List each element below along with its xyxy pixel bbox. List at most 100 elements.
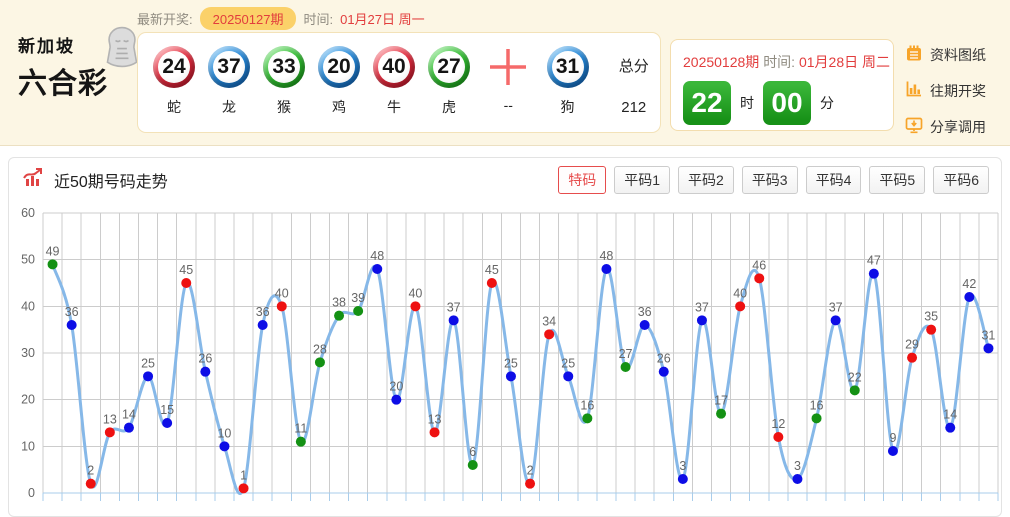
- data-point-label: 13: [428, 412, 442, 426]
- quick-link-3[interactable]: 分享调用: [905, 116, 986, 137]
- ball-cell-1: 24 蛇: [153, 46, 195, 117]
- data-point-label: 40: [408, 286, 422, 300]
- data-point-label: 13: [103, 412, 117, 426]
- data-point: [372, 264, 383, 274]
- data-point-label: 48: [370, 249, 384, 263]
- site-logo[interactable]: 新加坡 六合彩: [18, 26, 138, 102]
- data-point: [544, 329, 555, 340]
- data-point: [143, 371, 154, 382]
- lottery-ball-green: 27: [428, 46, 470, 88]
- data-point: [162, 418, 173, 428]
- ball-number: 37: [213, 51, 245, 83]
- data-point: [238, 483, 249, 494]
- chart-title: 近50期号码走势: [54, 174, 168, 191]
- next-issue: 20250128期: [683, 54, 760, 70]
- y-axis-label: 0: [28, 486, 35, 500]
- data-point-label: 17: [714, 394, 728, 408]
- countdown: 22 时 00 分: [683, 81, 893, 125]
- data-point-label: 1: [240, 468, 247, 482]
- countdown-minutes: 00: [763, 81, 811, 125]
- lottery-ball-blue: 20: [318, 46, 360, 88]
- y-axis-label: 30: [21, 346, 35, 360]
- ball-zodiac: 狗: [560, 99, 575, 115]
- ball-zodiac: 龙: [222, 99, 236, 115]
- bar-chart-icon: [905, 80, 923, 101]
- data-point: [334, 310, 345, 321]
- data-point-label: 46: [752, 258, 766, 272]
- ball-cell-4: 20 鸡: [318, 46, 360, 117]
- data-point: [429, 427, 440, 438]
- tab-normal6[interactable]: 平码6: [933, 166, 989, 194]
- data-point-label: 16: [580, 398, 594, 412]
- total-score: 总分 212: [608, 46, 660, 116]
- data-point: [85, 478, 96, 489]
- data-point-label: 39: [351, 291, 365, 305]
- ball-cell-2: 37 龙: [208, 46, 250, 117]
- tab-normal5[interactable]: 平码5: [869, 166, 926, 194]
- data-point: [276, 301, 287, 312]
- countdown-minutes-unit: 分: [820, 95, 834, 111]
- plus-icon: [486, 46, 530, 88]
- data-point-label: 37: [829, 300, 843, 314]
- data-point: [181, 278, 192, 288]
- data-point-label: 36: [638, 305, 652, 319]
- data-point-label: 36: [65, 305, 79, 319]
- tab-normal3[interactable]: 平码3: [741, 166, 798, 194]
- data-point: [353, 306, 364, 316]
- data-point: [410, 301, 421, 312]
- data-point: [257, 320, 268, 330]
- ball-cell-6: 27 虎: [428, 46, 470, 117]
- data-point: [945, 422, 956, 433]
- data-point-label: 15: [160, 403, 174, 417]
- quick-link-2[interactable]: 往期开奖: [905, 80, 986, 101]
- data-point: [964, 292, 975, 302]
- data-point-label: 11: [294, 422, 307, 436]
- ball-cell-special: 31 狗: [546, 46, 589, 117]
- countdown-hours: 22: [683, 81, 731, 125]
- data-point: [563, 371, 574, 382]
- data-point: [716, 408, 727, 419]
- data-point-label: 45: [485, 263, 499, 277]
- tab-normal4[interactable]: 平码4: [805, 166, 862, 194]
- data-point-label: 26: [198, 352, 212, 366]
- data-point: [123, 422, 134, 433]
- latest-draw-infobar: 最新开奖: 20250127期 时间: 01月27日 周一: [137, 7, 425, 30]
- data-point-label: 3: [679, 459, 686, 473]
- data-point: [792, 474, 803, 484]
- ball-number: 33: [268, 51, 300, 83]
- data-point: [926, 324, 937, 335]
- data-point-label: 37: [447, 300, 461, 314]
- next-draw-info: 20250128期 时间: 01月28日 周二: [683, 52, 893, 72]
- ball-zodiac: 牛: [387, 99, 401, 115]
- data-point: [391, 394, 402, 405]
- data-point-label: 26: [657, 352, 671, 366]
- quick-link-1[interactable]: 资料图纸: [905, 44, 986, 65]
- data-point: [525, 478, 536, 489]
- y-axis-label: 60: [21, 206, 35, 220]
- data-point: [849, 385, 860, 396]
- tab-special[interactable]: 特码: [558, 166, 607, 194]
- data-point: [868, 268, 879, 279]
- data-point-label: 16: [810, 398, 824, 412]
- quick-link-label: 往期开奖: [930, 82, 986, 99]
- merlion-icon: [102, 26, 142, 73]
- data-point: [983, 343, 994, 354]
- total-label: 总分: [618, 58, 649, 75]
- data-point: [887, 446, 898, 456]
- data-point: [601, 264, 612, 274]
- data-point: [104, 427, 115, 438]
- data-point: [66, 320, 77, 330]
- data-point: [200, 366, 211, 377]
- data-point: [47, 259, 58, 270]
- data-point-label: 14: [122, 408, 136, 422]
- data-point-label: 48: [599, 249, 613, 263]
- tab-normal1[interactable]: 平码1: [614, 166, 671, 194]
- data-point-label: 34: [542, 314, 556, 328]
- data-point-label: 3: [794, 459, 801, 473]
- data-point-label: 25: [141, 356, 155, 370]
- ball-zodiac: 鸡: [332, 99, 346, 115]
- data-point-label: 40: [275, 286, 289, 300]
- ball-number: 40: [378, 51, 410, 83]
- tab-normal2[interactable]: 平码2: [678, 166, 734, 194]
- data-point: [314, 357, 325, 368]
